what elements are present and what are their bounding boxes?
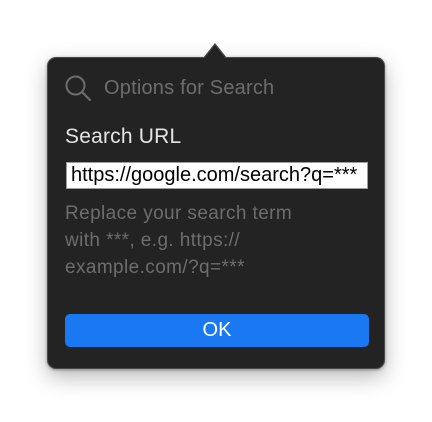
popover-title: Options for Search: [104, 76, 275, 99]
stage: Options for Search Search URL Replace yo…: [0, 0, 432, 422]
search-icon: [64, 74, 92, 102]
search-url-label: Search URL: [65, 125, 182, 148]
ok-button[interactable]: OK: [65, 314, 369, 347]
help-line: Replace your search term: [65, 203, 293, 224]
help-line: example.com/?q=***: [65, 257, 245, 278]
help-text: Replace your search term with ***, e.g. …: [65, 200, 355, 281]
popover-arrow: [204, 45, 226, 59]
help-line: with ***, e.g. https://: [65, 230, 241, 251]
search-url-input[interactable]: [66, 162, 368, 189]
popover-header: Options for Search: [64, 74, 274, 102]
search-options-popover: Options for Search Search URL Replace yo…: [47, 57, 385, 369]
